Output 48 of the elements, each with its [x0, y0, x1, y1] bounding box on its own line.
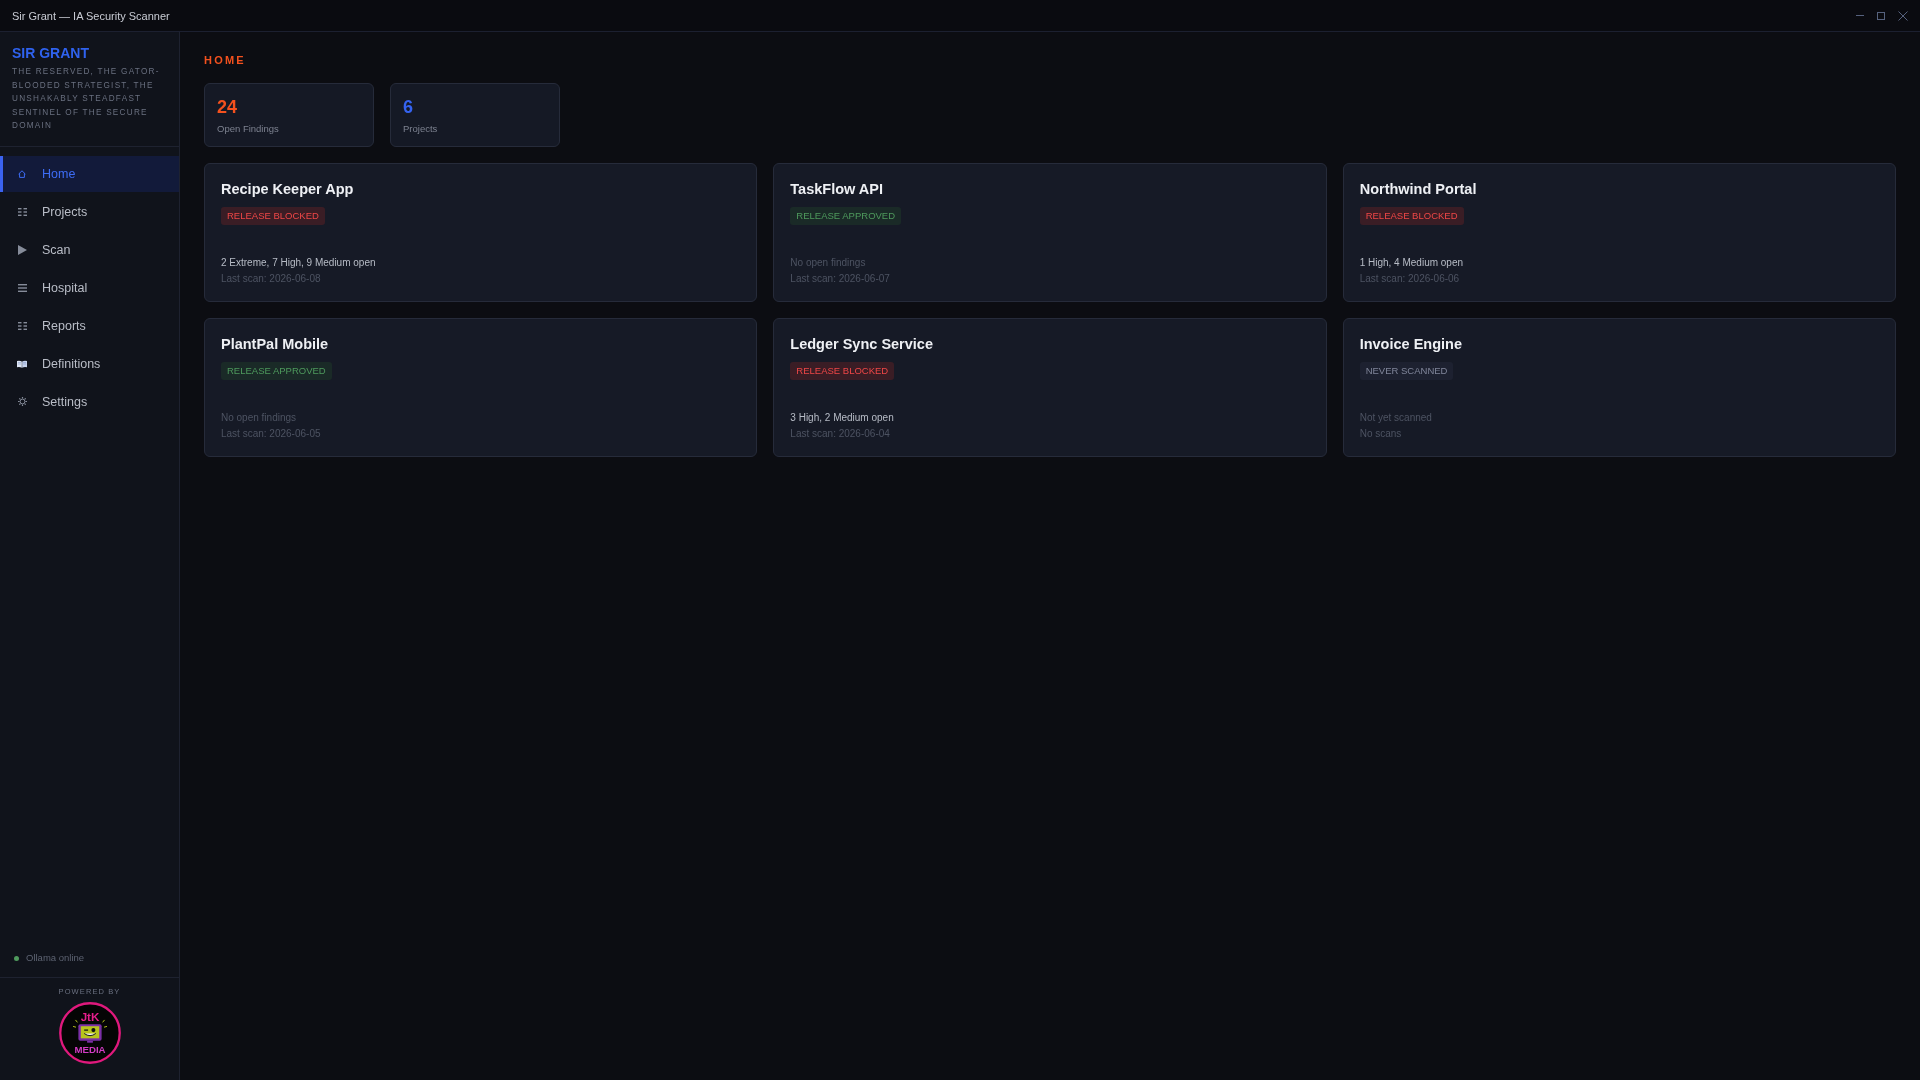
- status-badge: RELEASE APPROVED: [790, 207, 902, 225]
- book-icon: [17, 359, 27, 368]
- findings-summary: 3 High, 2 Medium open: [790, 411, 894, 425]
- last-scan-date: Last scan: 2026-06-05: [221, 427, 321, 441]
- last-scan-date: No scans: [1359, 427, 1402, 441]
- status-badge: RELEASE BLOCKED: [1359, 207, 1464, 225]
- nav-item[interactable]: Home: [0, 155, 179, 192]
- nav-item[interactable]: Reports: [0, 307, 179, 344]
- last-scan-date: Last scan: 2026-06-08: [221, 272, 321, 286]
- app-tagline: THE RESERVED, THE GATOR-BLOODED STRATEGIST, THE UNSHAKABLY STEADFAST SENTINEL OF THE SECURE DOMAIN: [12, 66, 161, 132]
- nav-item[interactable]: Hospital: [0, 269, 179, 306]
- findings-summary: Not yet scanned: [1359, 411, 1432, 425]
- stat-label: Projects: [403, 122, 438, 135]
- project-name: Northwind Portal: [1359, 180, 1477, 199]
- status-text: Ollama online: [26, 952, 85, 964]
- stat-value: 6: [403, 96, 413, 118]
- last-scan-date: Last scan: 2026-06-06: [1359, 272, 1460, 286]
- findings-summary: No open findings: [221, 411, 297, 425]
- nav-item[interactable]: Definitions: [0, 345, 179, 382]
- stat-value: 24: [217, 96, 238, 118]
- project-name: Ledger Sync Service: [790, 335, 933, 354]
- project-name: Invoice Engine: [1359, 335, 1462, 354]
- project-name: Recipe Keeper App: [221, 180, 354, 199]
- play-icon: [17, 244, 27, 255]
- status-badge: RELEASE BLOCKED: [790, 362, 895, 380]
- page-heading: HOME: [204, 53, 246, 68]
- status-badge: RELEASE BLOCKED: [221, 207, 325, 225]
- list-icon: [17, 207, 27, 216]
- nav-item[interactable]: Projects: [0, 193, 179, 230]
- list-icon: [17, 321, 27, 330]
- status-badge: RELEASE APPROVED: [221, 362, 332, 380]
- project-name: PlantPal Mobile: [221, 335, 329, 354]
- project-name: TaskFlow API: [790, 180, 883, 199]
- close-icon[interactable]: [1898, 10, 1908, 21]
- stat-label: Open Findings: [217, 122, 279, 135]
- maximize-icon[interactable]: [1877, 11, 1885, 20]
- findings-summary: 2 Extreme, 7 High, 9 Medium open: [221, 256, 376, 270]
- logo-text: JtK: [80, 1010, 99, 1024]
- window-title: Sir Grant — IA Security Scanner: [12, 9, 170, 22]
- settings-icon: [17, 397, 27, 406]
- status-badge: NEVER SCANNED: [1359, 362, 1454, 380]
- nav-item[interactable]: Settings: [0, 383, 179, 420]
- home-icon: [18, 169, 26, 178]
- logo-text: MEDIA: [73, 1044, 106, 1056]
- findings-summary: 1 High, 4 Medium open: [1359, 256, 1464, 270]
- nav-item[interactable]: Scan: [0, 231, 179, 268]
- app-name: SIR GRANT: [12, 44, 90, 62]
- lines-icon: [17, 283, 27, 292]
